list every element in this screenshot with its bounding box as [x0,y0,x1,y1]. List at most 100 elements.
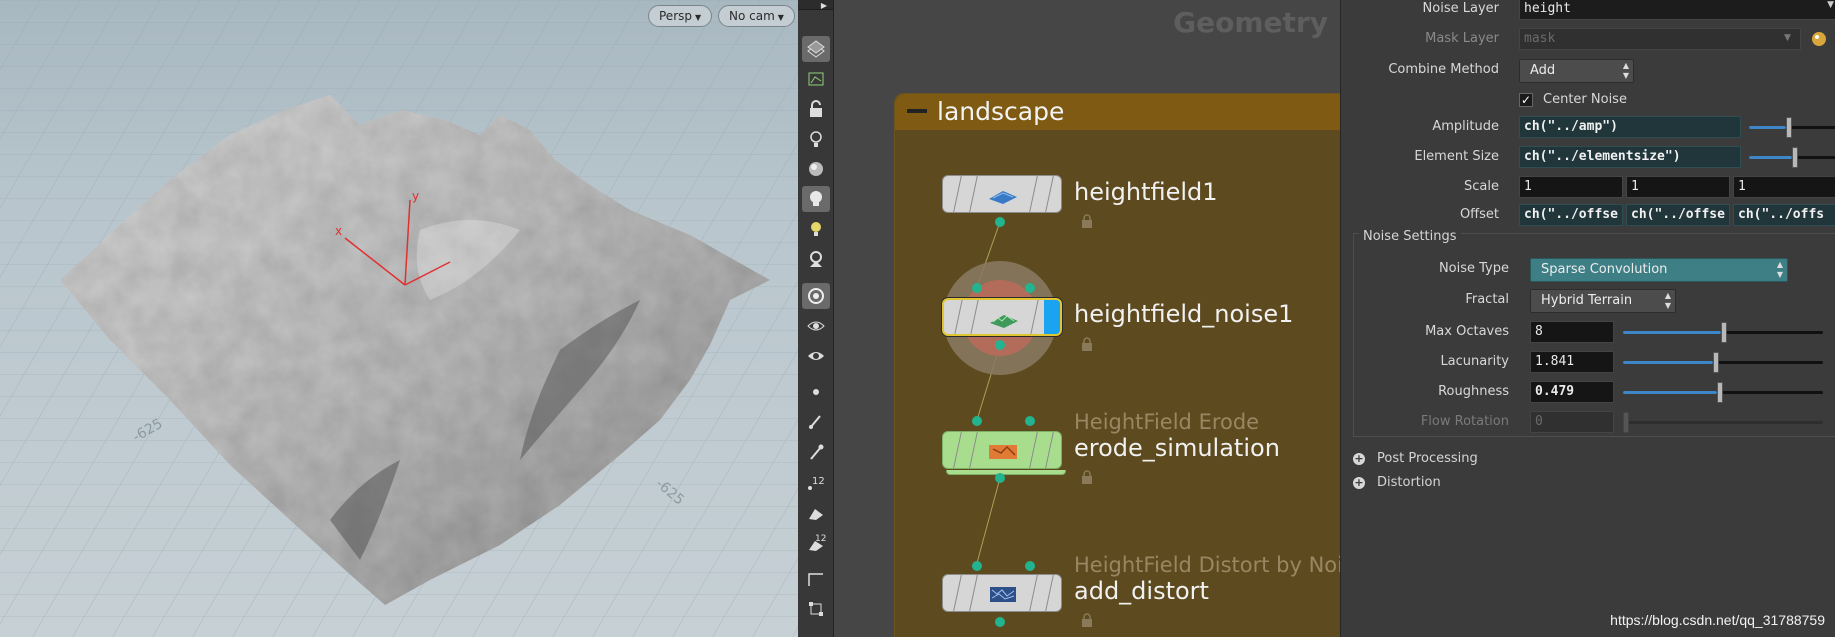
offset-x-field[interactable]: ch("../offse [1519,204,1623,226]
fractal-menu[interactable]: Hybrid Terrain ▲ ▼ [1530,289,1676,313]
input-port[interactable] [972,561,982,571]
element-size-slider[interactable] [1749,147,1835,168]
roughness-slider[interactable] [1623,382,1823,403]
toolbar-header[interactable]: ▶ [798,0,833,10]
node-heightfield1[interactable] [942,175,1062,213]
transform-icon[interactable] [802,596,830,622]
lock-icon[interactable] [1080,337,1094,351]
max-octaves-field[interactable]: 8 [1530,321,1614,343]
input-port[interactable] [1025,283,1035,293]
color-picker-icon[interactable] [1811,31,1827,47]
lock-icon[interactable] [1080,470,1094,484]
roughness-field[interactable]: 0.479 [1530,381,1614,403]
node-label[interactable]: heightfield1 [1074,178,1218,206]
max-octaves-slider[interactable] [1623,322,1823,343]
flow-rotation-field[interactable]: 0 [1530,411,1614,433]
visualizer-icon[interactable] [802,66,830,92]
slider-fill [1749,126,1786,129]
dropper-icon[interactable] [802,439,830,465]
up-down-arrows-icon: ▲ ▼ [1622,61,1629,80]
input-port[interactable] [1025,416,1035,426]
lacunarity-slider[interactable] [1623,352,1823,373]
offset-y-field[interactable]: ch("../offse [1626,204,1730,226]
shading-icon[interactable] [802,156,830,182]
network-editor[interactable]: Geometry landscape heightfield1 heightfi… [834,0,1340,637]
node-label[interactable]: heightfield_noise1 [1074,300,1293,328]
combine-method-row: Combine Method Add ▲ ▼ [1341,58,1835,83]
chevron-down-icon[interactable]: ▼ [1784,33,1791,43]
slider-knob[interactable] [1721,322,1727,343]
camera-view-menu[interactable]: Persp ▼ [648,5,713,27]
node-erode-simulation[interactable] [942,431,1062,469]
lacunarity-field[interactable]: 1.841 [1530,351,1614,373]
offset-row: Offset ch("../offse ch("../offse ch("../… [1341,203,1835,227]
combine-method-menu[interactable]: Add ▲ ▼ [1519,59,1634,83]
element-size-row: Element Size ch("../elementsize") [1341,145,1835,169]
curve-icon[interactable] [802,566,830,592]
camera-select-menu[interactable]: No cam ▼ [718,5,795,27]
roughness-label: Roughness [1438,384,1509,399]
input-port[interactable] [972,283,982,293]
visibility-icon[interactable] [802,313,830,339]
slider-fill [1623,361,1713,364]
mask-layer-field[interactable]: mask [1519,28,1801,50]
node-label[interactable]: erode_simulation [1074,434,1280,462]
point-icon[interactable] [802,379,830,405]
houdini-window: y x -625 -625 Persp ▼ No cam ▼ ▶ 12 12 G… [0,0,1835,637]
scale-z-field[interactable]: 1 [1733,176,1835,198]
paint-icon[interactable] [802,500,830,526]
visibility-alt-icon[interactable] [802,343,830,369]
node-add-distort[interactable] [942,574,1062,612]
element-size-label: Element Size [1414,149,1499,164]
distortion-folder[interactable]: + Distortion [1353,475,1441,491]
slider-knob[interactable] [1792,147,1798,168]
noise-type-label: Noise Type [1438,261,1509,276]
viewport-canvas[interactable]: y x -625 -625 [0,0,798,637]
expand-plus-icon[interactable]: + [1353,477,1365,489]
amplitude-slider[interactable] [1749,117,1835,138]
number-12-alt-icon[interactable]: 12 [802,530,830,556]
output-port[interactable] [995,217,1005,227]
center-noise-checkbox[interactable]: ✓ [1519,93,1533,107]
offset-z-field[interactable]: ch("../offs [1733,204,1835,226]
slider-fill [1623,391,1717,394]
amplitude-field[interactable]: ch("../amp") [1519,116,1741,138]
slider-knob[interactable] [1623,412,1629,433]
render-view-icon[interactable] [802,283,830,309]
noise-type-value: Sparse Convolution [1541,262,1668,277]
noise-layer-field[interactable]: height [1519,0,1835,20]
expand-arrow-icon[interactable]: ▶ [821,1,827,10]
lock-icon[interactable] [1080,214,1094,228]
display-options-icon[interactable] [802,36,830,62]
slider-knob[interactable] [1717,382,1723,403]
lock-icon[interactable] [802,96,830,122]
input-port[interactable] [972,416,982,426]
output-port[interactable] [995,473,1005,483]
post-processing-folder[interactable]: + Post Processing [1353,451,1478,467]
scene-viewport[interactable]: y x -625 -625 Persp ▼ No cam ▼ [0,0,798,637]
lock-icon[interactable] [1080,613,1094,627]
node-heightfield-noise1[interactable] [942,298,1062,336]
light-bulb-icon[interactable] [802,186,830,212]
slider-knob[interactable] [1786,117,1792,138]
output-port[interactable] [995,340,1005,350]
chevron-down-icon[interactable]: ▼ [1827,0,1834,10]
node-label[interactable]: add_distort [1074,577,1209,605]
noise-type-menu[interactable]: Sparse Convolution ▲ ▼ [1530,258,1788,282]
max-octaves-row: Max Octaves 8 [1341,320,1835,344]
headlight-icon[interactable] [802,216,830,242]
output-port[interactable] [995,617,1005,627]
scale-y-field[interactable]: 1 [1626,176,1730,198]
slider-knob[interactable] [1713,352,1719,373]
element-size-field[interactable]: ch("../elementsize") [1519,146,1741,168]
flow-rotation-label: Flow Rotation [1420,414,1509,429]
input-port[interactable] [1025,561,1035,571]
expand-plus-icon[interactable]: + [1353,453,1365,465]
number-12-icon[interactable]: 12 [802,470,830,496]
camera-light-icon[interactable] [802,246,830,272]
brush-icon[interactable] [802,409,830,435]
scale-x-field[interactable]: 1 [1519,176,1623,198]
roughness-row: Roughness 0.479 [1341,380,1835,404]
flow-rotation-slider[interactable] [1623,412,1823,433]
ghost-icon[interactable] [802,126,830,152]
